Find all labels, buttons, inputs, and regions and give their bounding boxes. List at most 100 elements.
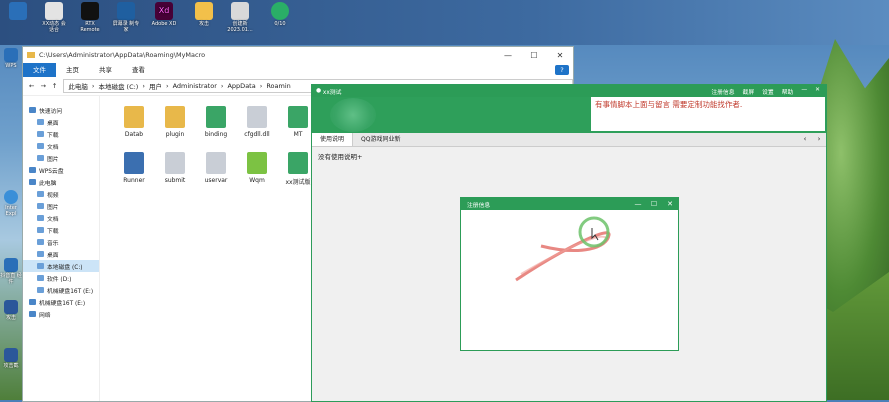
file-item[interactable]: Wqm <box>237 148 277 194</box>
ribbon-tab-view[interactable]: 查看 <box>122 63 155 77</box>
nav-item-icon <box>37 227 44 233</box>
tab-left-arrow-icon[interactable]: ‹ <box>798 133 812 146</box>
file-item[interactable]: Runner <box>114 148 154 194</box>
file-name: plugin <box>165 131 185 138</box>
file-item[interactable]: binding <box>196 102 236 148</box>
file-name: Datab <box>124 131 144 138</box>
desktop-icon-recorder[interactable]: 屏幕录 制专家 <box>112 2 140 33</box>
app-logo-icon <box>330 98 376 132</box>
file-name: cfgdll.dll <box>244 131 270 138</box>
file-item[interactable]: Datab <box>114 102 154 148</box>
file-icon <box>206 152 226 174</box>
file-name: binding <box>204 131 228 138</box>
file-icon <box>288 152 308 174</box>
forward-arrow-icon[interactable]: → <box>40 82 45 90</box>
nav-item-label: 视频 <box>47 192 59 199</box>
file-icon <box>165 152 185 174</box>
nav-item[interactable]: 桌面 <box>23 248 99 260</box>
file-item[interactable]: cfgdll.dll <box>237 102 277 148</box>
nav-item-label: 软件 (D:) <box>47 276 72 283</box>
nav-item[interactable]: 软件 (D:) <box>23 272 99 284</box>
register-info-link[interactable]: 注册信息 <box>711 87 734 96</box>
ribbon-tab-file[interactable]: 文件 <box>23 63 56 77</box>
nav-item[interactable]: 机械硬盘16T (E:) <box>23 296 99 308</box>
desktop-icon-word1[interactable]: 攻击 <box>0 300 22 321</box>
nav-item-label: 此电脑 <box>39 180 57 187</box>
desktop-icon-douyin[interactable]: 抖音直 经件 <box>0 258 22 285</box>
nav-item-label: WPS云盘 <box>39 168 64 175</box>
nav-item-label: 快速访问 <box>39 108 63 115</box>
nav-item[interactable]: 文档 <box>23 140 99 152</box>
nav-item-icon <box>37 239 44 245</box>
help-link[interactable]: 帮助 <box>782 87 794 96</box>
settings-link[interactable]: 设置 <box>762 87 774 96</box>
nav-item-icon <box>37 131 44 137</box>
nav-item-icon <box>29 107 36 113</box>
file-icon <box>124 106 144 128</box>
loading-swirl-graphic <box>515 216 611 282</box>
nav-item[interactable]: 下载 <box>23 128 99 140</box>
nav-item-label: 下载 <box>47 228 59 235</box>
up-arrow-icon[interactable]: ↑ <box>52 82 57 90</box>
nav-item[interactable]: 下载 <box>23 224 99 236</box>
ribbon-tab-share[interactable]: 共享 <box>89 63 122 77</box>
tab-right-arrow-icon[interactable]: › <box>812 133 826 146</box>
back-arrow-icon[interactable]: ← <box>29 82 34 90</box>
nav-item[interactable]: 图片 <box>23 200 99 212</box>
nav-item[interactable]: WPS云盘 <box>23 164 99 176</box>
file-item[interactable]: plugin <box>155 102 195 148</box>
desktop-icon-rtx[interactable]: RTX Remote <box>76 2 104 33</box>
file-name: Runner <box>123 177 145 184</box>
desktop-icon-adobe-xd[interactable]: Xd Adobe XD <box>150 2 178 27</box>
nav-item[interactable]: 桌面 <box>23 116 99 128</box>
nav-item[interactable]: 本地磁盘 (C:) <box>23 260 99 272</box>
app-tabs: 使用说明 QQ游戏同业新 ‹ › <box>312 133 826 147</box>
screenshot-link[interactable]: 截屏 <box>743 87 755 96</box>
desktop-icon-computer[interactable] <box>4 2 32 21</box>
nav-item[interactable]: 音乐 <box>23 236 99 248</box>
file-icon <box>124 152 144 174</box>
nav-item-label: 图片 <box>47 156 59 163</box>
tab-usage-guide[interactable]: 使用说明 <box>312 133 354 146</box>
dialog-close-button[interactable]: ✕ <box>662 200 678 208</box>
maximize-button[interactable]: ☐ <box>521 51 547 60</box>
nav-item[interactable]: 网络 <box>23 308 99 320</box>
app-title: xx测试 <box>322 89 342 96</box>
desktop-icon-word2[interactable]: 攻击截 <box>0 348 22 369</box>
dialog-maximize-button[interactable]: ☐ <box>646 200 662 208</box>
desktop-icon-ie[interactable]: Inter Expl <box>0 190 22 217</box>
desktop-icon-app1[interactable]: XX动态 会话合 <box>40 2 68 33</box>
nav-item[interactable]: 视频 <box>23 188 99 200</box>
close-button[interactable]: ✕ <box>547 51 573 60</box>
nav-item-icon <box>37 275 44 281</box>
minimize-button[interactable]: — <box>801 87 807 96</box>
desktop-icon-wechat[interactable]: 0/10 <box>266 2 294 27</box>
nav-item-icon <box>29 299 36 305</box>
minimize-button[interactable]: — <box>495 51 521 60</box>
nav-item-label: 桌面 <box>47 120 59 127</box>
tab-qq-game[interactable]: QQ游戏同业新 <box>353 133 408 146</box>
nav-item[interactable]: 机械硬盘16T (E:) <box>23 284 99 296</box>
app-titlebar: ● xx测试 注册信息 截屏 设置 帮助 — ✕ <box>312 85 826 97</box>
desktop-icon-file[interactable]: 创建新 2023.01... <box>226 2 254 33</box>
ribbon-tab-home[interactable]: 主页 <box>56 63 89 77</box>
desktop-icon-folder[interactable]: 攻击 <box>190 2 218 27</box>
file-name: Wqm <box>249 177 265 184</box>
dialog-minimize-button[interactable]: — <box>630 200 646 208</box>
help-button[interactable]: ? <box>555 65 569 75</box>
file-item[interactable]: submit <box>155 148 195 194</box>
nav-item-icon <box>37 191 44 197</box>
close-button[interactable]: ✕ <box>815 87 820 96</box>
desktop-icon-wps[interactable]: WPS <box>0 48 22 69</box>
file-item[interactable]: uservar <box>196 148 236 194</box>
file-icon <box>206 106 226 128</box>
nav-item[interactable]: 图片 <box>23 152 99 164</box>
file-icon <box>165 106 185 128</box>
nav-item[interactable]: 此电脑 <box>23 176 99 188</box>
tab-content: 没有使用说明+ <box>318 153 363 161</box>
nav-item-label: 文档 <box>47 216 59 223</box>
nav-item-label: 机械硬盘16T (E:) <box>47 288 94 295</box>
nav-item[interactable]: 快速访问 <box>23 104 99 116</box>
nav-item[interactable]: 文档 <box>23 212 99 224</box>
app-title-icon: ● <box>316 88 323 94</box>
